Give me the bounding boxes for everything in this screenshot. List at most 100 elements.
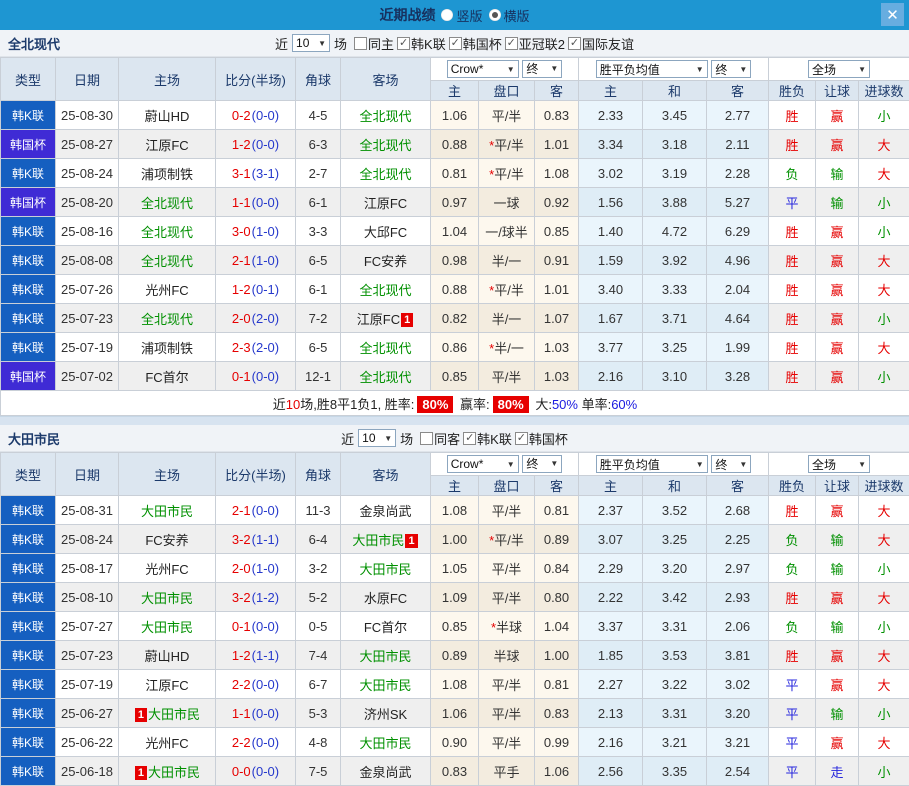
match-date: 25-08-10	[56, 583, 119, 612]
league-badge: 韩K联	[1, 246, 56, 275]
match-date: 25-07-19	[56, 333, 119, 362]
close-button[interactable]: ✕	[881, 3, 904, 26]
layout-radio-vertical[interactable]: 竖版	[441, 6, 482, 25]
col-header-home: 主场	[119, 453, 216, 496]
odds-home: 1.05	[431, 554, 479, 583]
home-team: 江原FC	[119, 670, 216, 699]
match-score: 1-2(1-1)	[216, 641, 296, 670]
col-header-result: 胜负	[769, 81, 816, 101]
team-name: 大田市民	[359, 649, 411, 664]
avg-home: 2.29	[579, 554, 643, 583]
avg-draw: 3.25	[643, 333, 707, 362]
result-handicap: 赢	[816, 496, 859, 525]
col-header-handicap-result: 让球	[816, 81, 859, 101]
radio-icon[interactable]	[489, 9, 501, 21]
halftime-score: (0-0)	[252, 369, 279, 384]
result-handicap: 赢	[816, 362, 859, 391]
result-goals: 小	[859, 304, 909, 333]
filter-bar: 近 10 ▼ 场 同客✓韩K联✓韩国杯	[341, 429, 568, 448]
match-count-select[interactable]: 10 ▼	[292, 34, 330, 52]
radio-icon[interactable]	[441, 9, 453, 21]
odds-away: 1.08	[535, 159, 579, 188]
result-goals: 大	[859, 525, 909, 554]
result-wdl: 胜	[769, 217, 816, 246]
league-badge: 韩K联	[1, 757, 56, 786]
filter-checkbox[interactable]: ✓韩国杯	[515, 429, 568, 448]
filter-checkbox[interactable]: ✓亚冠联2	[505, 34, 565, 53]
filter-checkbox[interactable]: ✓国际友谊	[568, 34, 634, 53]
team-name: 全北现代	[359, 341, 411, 356]
result-handicap: 赢	[816, 101, 859, 130]
checkbox-icon[interactable]: ✓	[463, 432, 476, 445]
result-wdl: 胜	[769, 130, 816, 159]
league-badge: 韩K联	[1, 333, 56, 362]
result-wdl: 平	[769, 188, 816, 217]
filter-checkbox[interactable]: ✓韩K联	[397, 34, 446, 53]
checkbox-icon[interactable]	[420, 432, 433, 445]
avg-type-select[interactable]: 胜平负均值 ▼	[596, 60, 708, 78]
topbar-title-group: 近期战绩 竖版 横版	[379, 5, 529, 25]
filter-checkbox[interactable]: ✓韩K联	[463, 429, 512, 448]
avg-away: 2.97	[707, 554, 769, 583]
checkbox-icon[interactable]: ✓	[449, 37, 462, 50]
odds-company-select[interactable]: Crow* ▼	[447, 60, 519, 78]
team-name: 光州FC	[145, 562, 188, 577]
home-team: 浦项制铁	[119, 333, 216, 362]
scope-select[interactable]: 全场 ▼	[808, 60, 870, 78]
checkbox-icon[interactable]: ✓	[568, 37, 581, 50]
home-team: 大田市民	[119, 496, 216, 525]
result-wdl: 胜	[769, 583, 816, 612]
match-score: 1-2(0-1)	[216, 275, 296, 304]
filter-checkboxes: 同客✓韩K联✓韩国杯	[417, 429, 568, 448]
team-name: 全北现代	[359, 109, 411, 124]
match-date: 25-08-08	[56, 246, 119, 275]
checkbox-icon[interactable]: ✓	[397, 37, 410, 50]
avg-type-select[interactable]: 胜平负均值 ▼	[596, 455, 708, 473]
odds-home: 1.09	[431, 583, 479, 612]
home-team: FC首尔	[119, 362, 216, 391]
odds-stage-select[interactable]: 终 ▼	[522, 455, 562, 473]
avg-home: 2.33	[579, 101, 643, 130]
filter-checkbox[interactable]: 同主	[354, 34, 394, 53]
handicap-text: 一球	[493, 196, 519, 211]
filter-checkbox[interactable]: 同客	[420, 429, 460, 448]
odds-stage-select[interactable]: 终 ▼	[522, 60, 562, 78]
handicap-text: 平/半	[494, 533, 524, 548]
col-header-avg-home: 主	[579, 81, 643, 101]
scope-select[interactable]: 全场 ▼	[808, 455, 870, 473]
avg-home: 3.40	[579, 275, 643, 304]
filter-checkbox[interactable]: ✓韩国杯	[449, 34, 502, 53]
result-handicap: 赢	[816, 130, 859, 159]
result-wdl: 胜	[769, 496, 816, 525]
avg-stage-select[interactable]: 终 ▼	[711, 455, 751, 473]
checkbox-icon[interactable]	[354, 37, 367, 50]
avg-draw: 3.25	[643, 525, 707, 554]
checkbox-icon[interactable]: ✓	[505, 37, 518, 50]
odds-company-select[interactable]: Crow* ▼	[447, 455, 519, 473]
result-goals: 大	[859, 159, 909, 188]
table-row: 韩K联25-07-26光州FC1-2(0-1)6-1全北现代0.88*平/半1.…	[1, 275, 909, 304]
col-header-corner: 角球	[296, 453, 341, 496]
col-header-odds-away: 客	[535, 81, 579, 101]
result-goals: 大	[859, 496, 909, 525]
match-count-select[interactable]: 10 ▼	[358, 429, 396, 447]
table-row: 韩K联25-08-30蔚山HD0-2(0-0)4-5全北现代1.06平/半0.8…	[1, 101, 909, 130]
filter-label-near: 近	[341, 429, 354, 448]
corner-score: 6-7	[296, 670, 341, 699]
avg-stage-select[interactable]: 终 ▼	[711, 60, 751, 78]
result-handicap: 赢	[816, 275, 859, 304]
col-header-avg-away: 客	[707, 81, 769, 101]
table-row: 韩国杯25-08-20全北现代1-1(0-0)6-1江原FC0.97一球0.92…	[1, 188, 909, 217]
result-handicap: 赢	[816, 333, 859, 362]
avg-away: 3.21	[707, 728, 769, 757]
avg-home: 3.37	[579, 612, 643, 641]
col-header-corner: 角球	[296, 58, 341, 101]
checkbox-icon[interactable]: ✓	[515, 432, 528, 445]
result-wdl: 负	[769, 554, 816, 583]
fulltime-score: 1-1	[232, 706, 251, 721]
layout-radio-horizontal[interactable]: 横版	[489, 6, 530, 25]
halftime-score: (1-1)	[252, 532, 279, 547]
team-name: FC安养	[364, 254, 407, 269]
result-handicap: 输	[816, 554, 859, 583]
col-header-handicap: 盘口	[479, 476, 535, 496]
